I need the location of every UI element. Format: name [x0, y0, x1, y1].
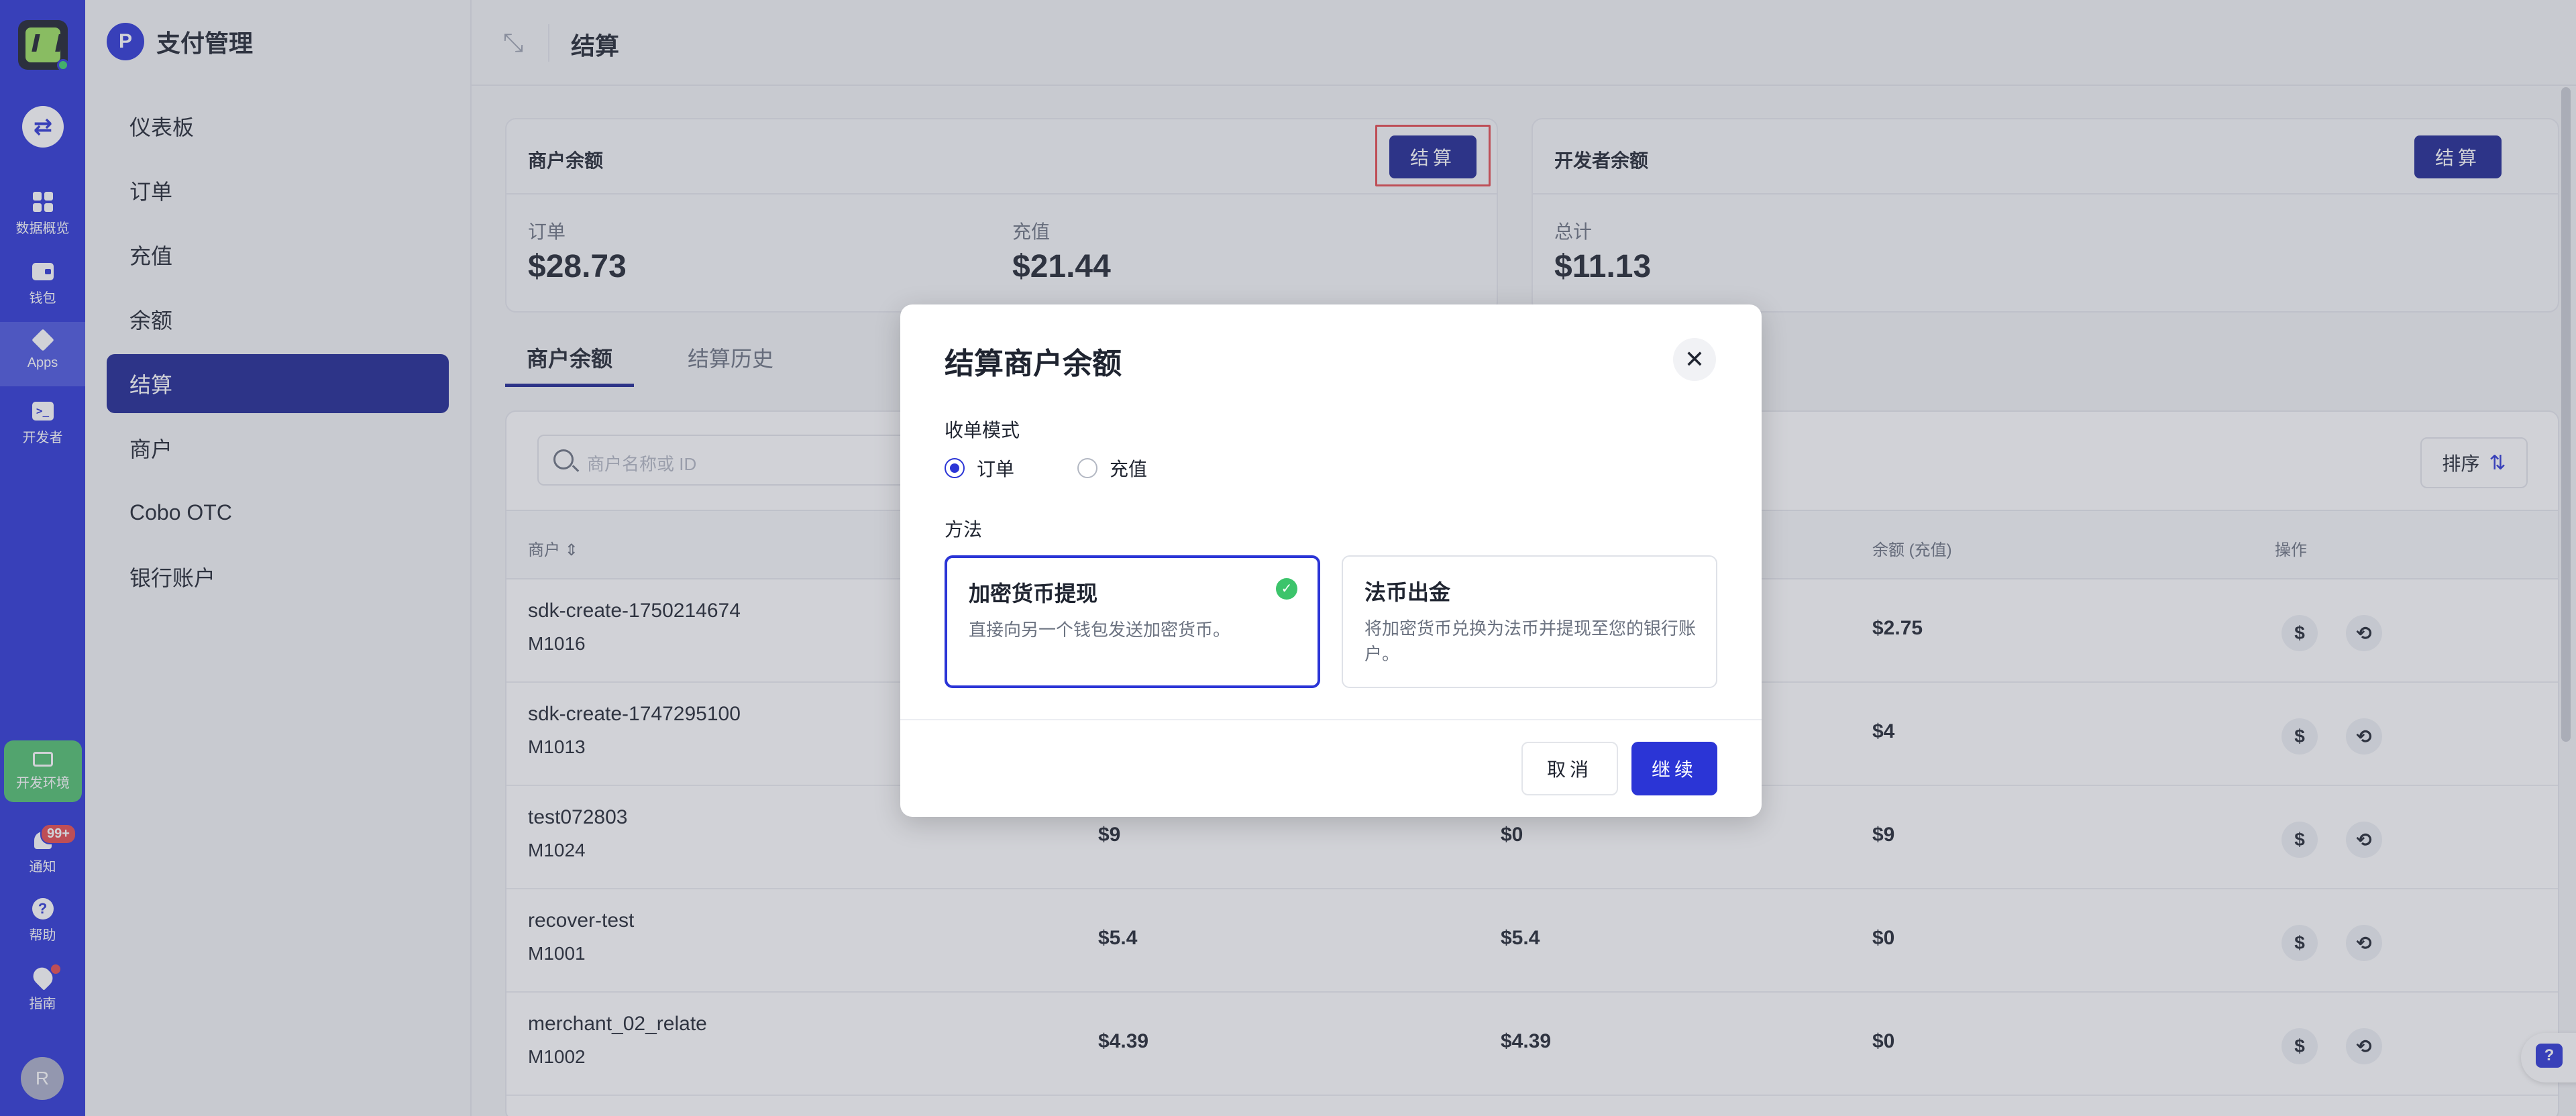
option-description: 直接向另一个钱包发送加密货币。	[969, 620, 1231, 640]
radio-label: 充值	[1110, 459, 1148, 480]
check-circle-icon: ✓	[1276, 578, 1297, 600]
method-label: 方法	[945, 519, 983, 540]
radio-label: 订单	[977, 459, 1015, 480]
settle-merchant-modal: 结算商户余额 ✕ 收单模式 订单 充值 方法 加密货币提现 直接向另一个钱包发送…	[900, 304, 1762, 817]
radio-mode-orders[interactable]: 订单	[945, 455, 1014, 482]
option-fiat-offramp[interactable]: 法币出金 将加密货币兑换为法币并提现至您的银行账户。	[1342, 555, 1717, 688]
option-description: 将加密货币兑换为法币并提现至您的银行账户。	[1364, 618, 1697, 664]
mode-label: 收单模式	[945, 420, 1020, 441]
close-icon[interactable]: ✕	[1673, 338, 1716, 381]
divider	[900, 719, 1762, 720]
option-title: 加密货币提现	[969, 581, 1098, 606]
continue-button[interactable]: 继续	[1631, 742, 1717, 795]
radio-mode-topup[interactable]: 充值	[1077, 455, 1147, 482]
option-crypto-withdrawal[interactable]: 加密货币提现 直接向另一个钱包发送加密货币。 ✓	[945, 555, 1320, 688]
modal-title: 结算商户余额	[945, 347, 1122, 380]
radio-checked-icon	[945, 458, 965, 478]
radio-unchecked-icon	[1077, 458, 1097, 478]
cancel-button[interactable]: 取消	[1521, 742, 1618, 795]
option-title: 法币出金	[1364, 580, 1451, 604]
